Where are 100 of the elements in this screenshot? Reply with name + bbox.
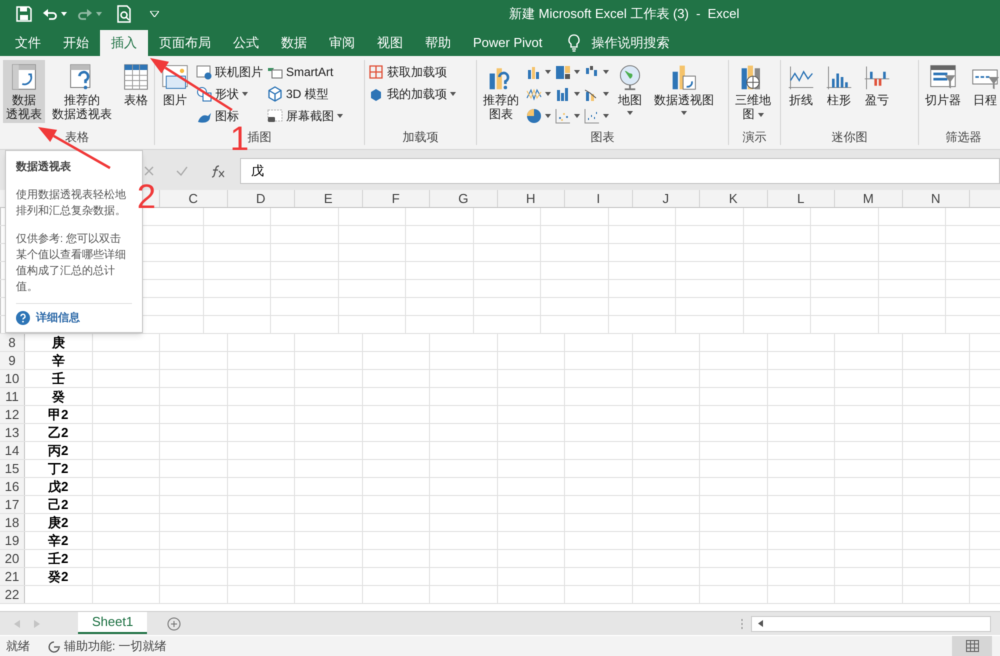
ribbon-button[interactable]: 推荐的 图表 bbox=[480, 60, 522, 123]
chart-type-button[interactable] bbox=[584, 106, 609, 126]
caret-icon bbox=[603, 70, 609, 74]
tell-me-search[interactable]: 操作说明搜索 bbox=[591, 33, 670, 53]
caret-icon bbox=[96, 12, 102, 16]
row-header[interactable]: 10 bbox=[0, 370, 25, 387]
print-preview-icon[interactable] bbox=[116, 5, 132, 23]
window-title: 新建 Microsoft Excel 工作表 (3) - Excel bbox=[509, 5, 740, 24]
column-header[interactable]: G bbox=[430, 190, 498, 207]
caret-icon bbox=[545, 114, 551, 118]
column-header[interactable]: H bbox=[498, 190, 565, 207]
table-cell: 辛2 bbox=[48, 532, 68, 549]
accessibility-icon bbox=[48, 640, 61, 652]
save-icon[interactable] bbox=[16, 6, 32, 22]
ribbon-button[interactable]: 折线 bbox=[784, 60, 818, 109]
ribbon-small-button[interactable]: 形状 bbox=[196, 84, 263, 104]
row-header[interactable]: 13 bbox=[0, 424, 25, 441]
ribbon-tab[interactable]: 帮助 bbox=[414, 30, 462, 56]
more-info-link[interactable]: 详细信息 bbox=[36, 310, 80, 326]
chart-type-button[interactable] bbox=[555, 106, 580, 126]
chart-type-button[interactable] bbox=[526, 106, 551, 126]
ribbon-button[interactable]: 表格 bbox=[119, 60, 153, 109]
row-header[interactable]: 18 bbox=[0, 514, 25, 531]
column-header[interactable]: D bbox=[228, 190, 295, 207]
normal-view-button[interactable] bbox=[952, 636, 992, 656]
ribbon-small-button[interactable]: 我的加载项 bbox=[368, 84, 456, 104]
group-label: 插图 bbox=[248, 129, 272, 145]
caret-icon bbox=[574, 114, 580, 118]
column-header[interactable]: K bbox=[700, 190, 768, 207]
ribbon-tab[interactable]: 审阅 bbox=[318, 30, 366, 56]
ribbon-tab[interactable]: 数据 bbox=[270, 30, 318, 56]
pie-chart-icon bbox=[526, 108, 542, 124]
row-header[interactable]: 17 bbox=[0, 496, 25, 513]
table-cell: 癸 bbox=[52, 388, 65, 405]
undo-button[interactable] bbox=[42, 6, 67, 22]
table-cell: 丙2 bbox=[48, 442, 68, 459]
row-header[interactable]: 11 bbox=[0, 388, 25, 405]
cancel-x-icon bbox=[144, 166, 154, 176]
row-header[interactable]: 12 bbox=[0, 406, 25, 423]
column-header[interactable]: E bbox=[295, 190, 362, 207]
row-header[interactable]: 19 bbox=[0, 532, 25, 549]
caret-icon bbox=[574, 70, 580, 74]
ribbon-button[interactable]: 盈亏 bbox=[860, 60, 894, 109]
ribbon-button[interactable]: 日程 bbox=[968, 60, 1000, 109]
ribbon-tab[interactable]: 文件 bbox=[4, 30, 52, 56]
ribbon-button[interactable]: 数据 透视表 bbox=[3, 60, 45, 123]
accessibility-status[interactable]: 辅助功能: 一切就绪 bbox=[64, 637, 167, 655]
row-header[interactable]: 14 bbox=[0, 442, 25, 459]
ribbon-tab[interactable]: Power Pivot bbox=[462, 30, 554, 56]
column-header[interactable]: I bbox=[565, 190, 632, 207]
row-header[interactable]: 21 bbox=[0, 568, 25, 585]
cube-icon bbox=[267, 86, 283, 102]
formula-input[interactable]: 戊 bbox=[240, 158, 1000, 184]
column-header[interactable]: J bbox=[632, 190, 700, 207]
ribbon-button[interactable]: 数据透视图 bbox=[651, 60, 717, 119]
caret-icon bbox=[545, 92, 551, 96]
row-header[interactable]: 15 bbox=[0, 460, 25, 477]
row-header[interactable]: 9 bbox=[0, 352, 25, 369]
lightbulb-icon bbox=[567, 34, 582, 52]
customize-toolbar-button[interactable] bbox=[150, 11, 159, 17]
scroll-left-icon bbox=[14, 620, 20, 628]
ribbon-small-button[interactable]: 联机图片 bbox=[196, 62, 263, 82]
column-header[interactable]: N bbox=[902, 190, 970, 207]
add-sheet-button[interactable] bbox=[167, 616, 182, 630]
ribbon-button[interactable]: 柱形 bbox=[822, 60, 856, 109]
row-header[interactable]: 20 bbox=[0, 550, 25, 567]
row-header[interactable]: 16 bbox=[0, 478, 25, 495]
ribbon-button[interactable]: 三维地 图 bbox=[732, 60, 774, 123]
page-magnifier-icon bbox=[116, 5, 132, 23]
ribbon-tab[interactable]: 视图 bbox=[366, 30, 414, 56]
tooltip-title: 数据透视表 bbox=[16, 160, 72, 175]
group-label: 迷你图 bbox=[832, 129, 868, 145]
row-header[interactable]: 22 bbox=[0, 586, 25, 603]
ribbon-tab[interactable]: 页面布局 bbox=[148, 30, 222, 56]
ribbon-button[interactable]: 推荐的 数据透视表 bbox=[49, 60, 115, 123]
ribbon-small-button[interactable]: SmartArt bbox=[267, 62, 343, 82]
ribbon-tab[interactable]: 插入 bbox=[100, 30, 148, 56]
ribbon-small-button[interactable]: 获取加载项 bbox=[368, 62, 456, 82]
caret-icon bbox=[150, 11, 159, 17]
table-cell: 乙2 bbox=[48, 424, 68, 441]
column-header[interactable]: L bbox=[768, 190, 835, 207]
table-cell: 壬 bbox=[52, 370, 65, 387]
column-header[interactable]: F bbox=[362, 190, 430, 207]
ribbon-small-button[interactable]: 屏幕截图 bbox=[267, 106, 343, 126]
splitter-dots-icon bbox=[741, 618, 744, 628]
hierarchy-chart-icon bbox=[555, 64, 571, 80]
ribbon-button[interactable]: 切片器 bbox=[922, 60, 964, 109]
ribbon-tab[interactable]: 开始 bbox=[52, 30, 100, 56]
ribbon-button[interactable]: 地图 bbox=[613, 60, 647, 119]
sheet-tab[interactable]: Sheet1 bbox=[78, 612, 148, 634]
group-label: 加载项 bbox=[402, 129, 438, 145]
ribbon-small-button[interactable]: 3D 模型 bbox=[267, 84, 343, 104]
column-header[interactable]: M bbox=[835, 190, 902, 207]
line-chart-icon bbox=[526, 86, 542, 102]
horizontal-scrollbar[interactable] bbox=[751, 616, 992, 632]
column-header[interactable]: C bbox=[160, 190, 228, 207]
function-fx-icon bbox=[210, 164, 226, 178]
ribbon-tab[interactable]: 公式 bbox=[222, 30, 270, 56]
pivot-chart-icon bbox=[670, 63, 698, 91]
row-header[interactable]: 8 bbox=[0, 334, 25, 351]
